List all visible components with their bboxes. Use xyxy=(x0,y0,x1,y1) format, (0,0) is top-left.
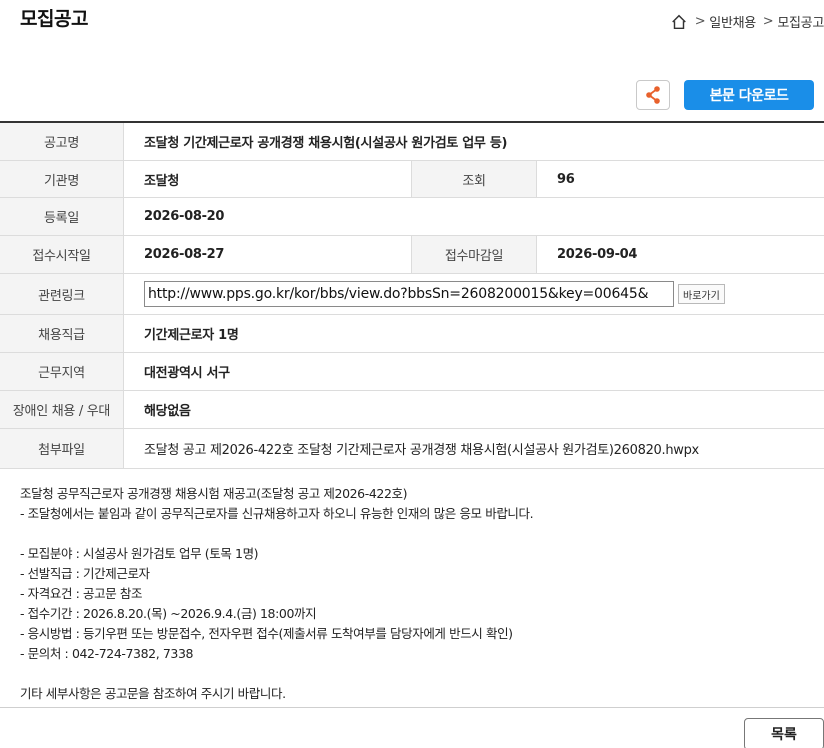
value-start-date: 2026-08-27 xyxy=(144,247,225,262)
value-reg-date: 2026-08-20 xyxy=(144,209,225,224)
value-disabled: 해당없음 xyxy=(144,404,191,419)
label-title: 공고명 xyxy=(0,123,124,160)
row-region: 근무지역 대전광역시 서구 xyxy=(0,353,824,391)
body-line: 기타 세부사항은 공고문을 참조하여 주시기 바랍니다. xyxy=(20,686,286,701)
value-title: 조달청 기간제근로자 공개경쟁 채용시험(시설공사 원가검토 업무 등) xyxy=(144,136,508,151)
value-region: 대전광역시 서구 xyxy=(144,366,230,381)
row-reg-date: 등록일 2026-08-20 xyxy=(0,198,824,236)
body-line: - 자격요건 : 공고문 참조 xyxy=(20,586,143,601)
label-attachment: 첨부파일 xyxy=(0,429,124,468)
home-icon[interactable] xyxy=(670,13,688,31)
body-line: - 선발직급 : 기간제근로자 xyxy=(20,566,150,581)
row-agency: 기관명 조달청 조회 96 xyxy=(0,161,824,198)
detail-table: 공고명 조달청 기간제근로자 공개경쟁 채용시험(시설공사 원가검토 업무 등)… xyxy=(0,121,824,469)
label-reg-date: 등록일 xyxy=(0,198,124,235)
label-views: 조회 xyxy=(411,161,537,197)
row-title: 공고명 조달청 기간제근로자 공개경쟁 채용시험(시설공사 원가검토 업무 등) xyxy=(0,123,824,161)
value-rank: 기간제근로자 1명 xyxy=(144,328,239,343)
body-line xyxy=(20,664,810,684)
breadcrumb-item-general[interactable]: 일반채용 xyxy=(709,12,756,31)
value-agency: 조달청 xyxy=(144,173,179,189)
body-line: - 조달청에서는 붙임과 같이 공무직근로자를 신규채용하고자 하오니 유능한 … xyxy=(20,506,534,521)
body-line: - 모집분야 : 시설공사 원가검토 업무 (토목 1명) xyxy=(20,546,259,561)
link-input[interactable] xyxy=(144,281,674,307)
value-link-cell: 바로가기 xyxy=(124,274,824,314)
body-line: - 접수기간 : 2026.8.20.(목) ~2026.9.4.(금) 18:… xyxy=(20,606,317,621)
goto-link-button[interactable]: 바로가기 xyxy=(678,284,725,304)
label-rank: 채용직급 xyxy=(0,315,124,352)
row-period: 접수시작일 2026-08-27 접수마감일 2026-09-04 xyxy=(0,236,824,274)
label-agency: 기관명 xyxy=(0,161,124,197)
row-disabled: 장애인 채용 / 우대 해당없음 xyxy=(0,391,824,429)
value-end-date: 2026-09-04 xyxy=(557,247,638,262)
label-disabled: 장애인 채용 / 우대 xyxy=(0,391,124,428)
row-rank: 채용직급 기간제근로자 1명 xyxy=(0,315,824,353)
breadcrumb-separator: > xyxy=(694,14,706,29)
label-region: 근무지역 xyxy=(0,353,124,390)
body-line: - 응시방법 : 등기우편 또는 방문접수, 전자우편 접수(제출서류 도착여부… xyxy=(20,626,513,641)
breadcrumb-separator: > xyxy=(758,14,774,29)
row-link: 관련링크 바로가기 xyxy=(0,274,824,315)
label-start-date: 접수시작일 xyxy=(0,236,124,273)
page-title: 모집공고 xyxy=(20,8,88,30)
download-button[interactable]: 본문 다운로드 xyxy=(684,80,814,110)
attachment-file-link[interactable]: 조달청 공고 제2026-422호 조달청 기간제근로자 공개경쟁 채용시험(시… xyxy=(124,429,824,468)
label-end-date: 접수마감일 xyxy=(411,236,537,273)
body-line: 조달청 공무직근로자 공개경쟁 채용시험 재공고(조달청 공고 제2026-42… xyxy=(20,486,408,501)
share-icon xyxy=(646,86,660,104)
breadcrumb: > 일반채용 > 모집공고 xyxy=(670,12,824,31)
value-views: 96 xyxy=(557,171,575,187)
body-line: - 문의처 : 042-724-7382, 7338 xyxy=(20,646,194,661)
announcement-body: 조달청 공무직근로자 공개경쟁 채용시험 재공고(조달청 공고 제2026-42… xyxy=(20,484,810,704)
breadcrumb-item-current[interactable]: 모집공고 xyxy=(777,12,824,31)
divider xyxy=(0,707,824,708)
share-button[interactable] xyxy=(636,80,670,110)
list-button[interactable]: 목록 xyxy=(744,718,824,748)
label-link: 관련링크 xyxy=(0,274,124,314)
row-attachment: 첨부파일 조달청 공고 제2026-422호 조달청 기간제근로자 공개경쟁 채… xyxy=(0,429,824,469)
body-line xyxy=(20,524,810,544)
